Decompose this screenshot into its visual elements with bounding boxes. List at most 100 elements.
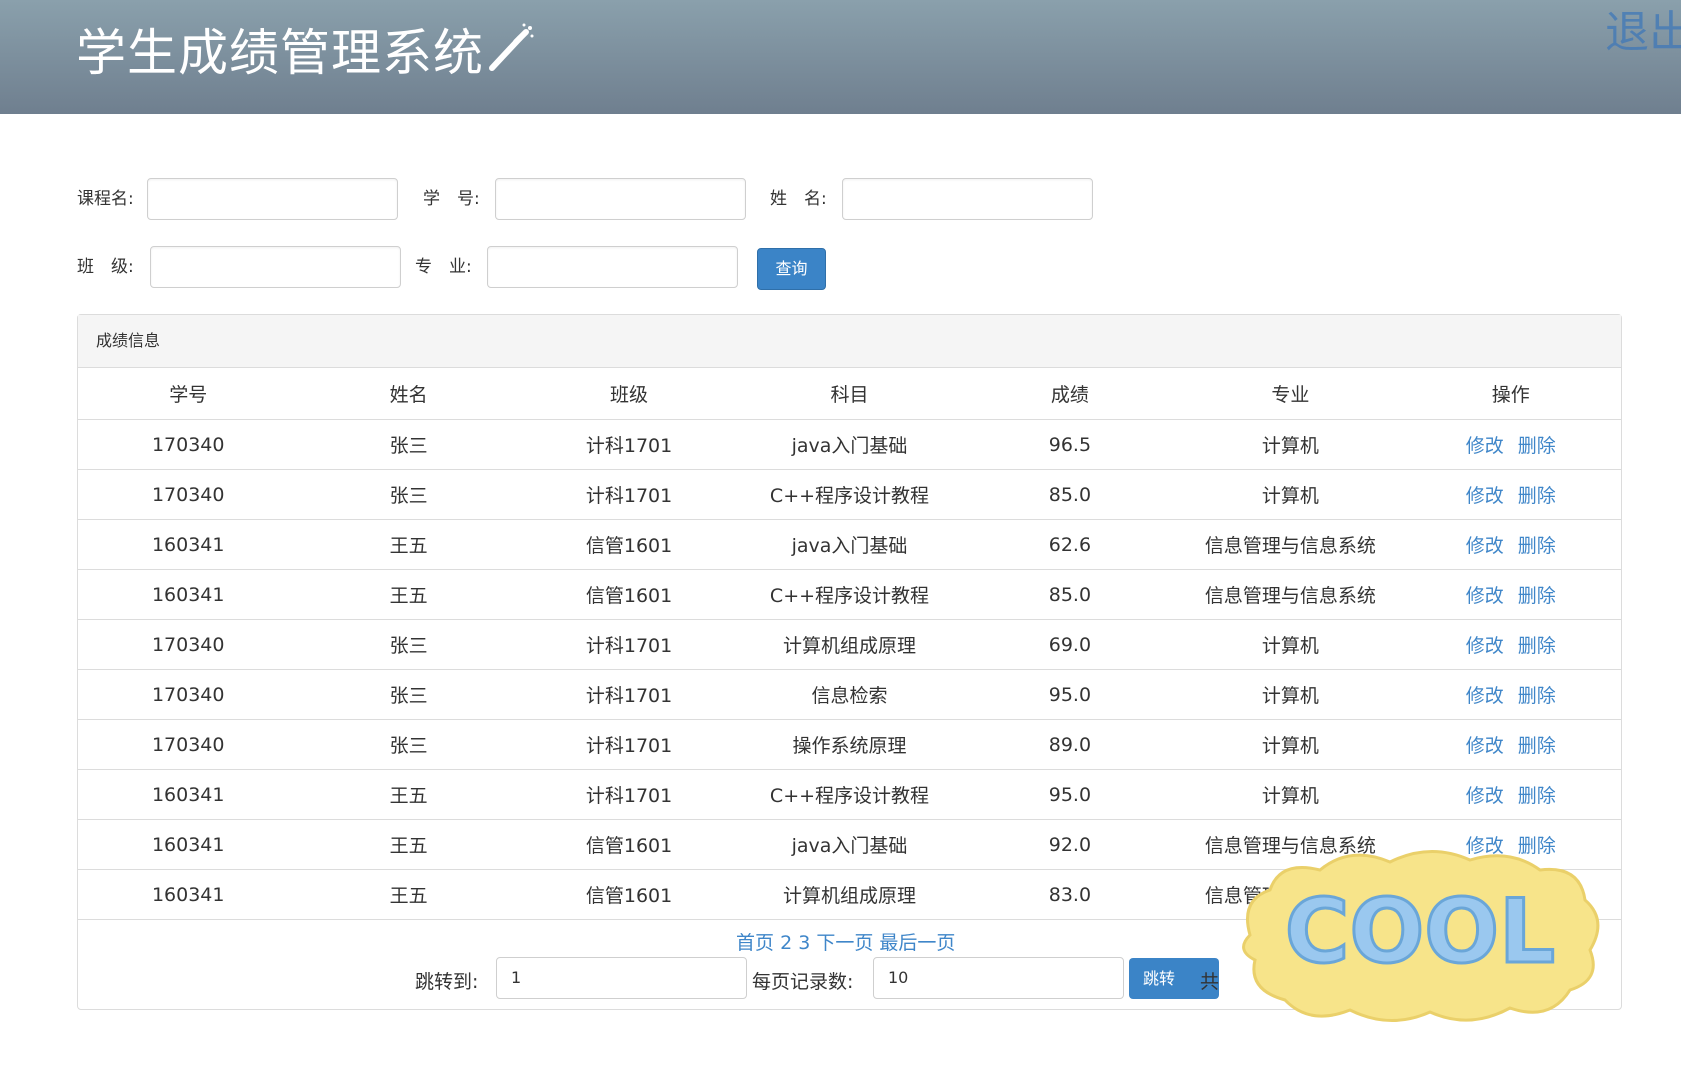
sticker-text: COOL: [1285, 880, 1555, 983]
page-size-input[interactable]: 10: [873, 957, 1124, 999]
student-name-input[interactable]: [842, 178, 1093, 220]
edit-link[interactable]: 修改: [1466, 735, 1504, 757]
subject-cell: 信息检索: [739, 669, 960, 720]
student-id-cell: 170340: [78, 469, 299, 520]
score-cell: 92.0: [959, 819, 1181, 870]
table-row: 160341 王五 信管1601 java入门基础 62.6 信息管理与信息系统 修改 删除: [78, 519, 1621, 570]
score-cell: 96.5: [959, 419, 1181, 470]
major-cell: 信息管理与信息系统: [1180, 569, 1401, 620]
cool-sticker: COOL: [1230, 840, 1610, 1030]
subject-cell: C++程序设计教程: [739, 469, 960, 520]
app-title: 学生成绩管理系统: [76, 18, 534, 92]
actions-cell: 修改删除: [1400, 669, 1621, 720]
table-row: 160341 王五 计科1701 C++程序设计教程 95.0 计算机 修改 删除: [78, 769, 1621, 820]
student-id-cell: 160341: [78, 819, 299, 870]
page-2-link[interactable]: 2: [780, 932, 792, 954]
student-id-cell: 170340: [78, 669, 299, 720]
class-label: 班 级:: [77, 257, 134, 277]
edit-link[interactable]: 修改: [1466, 485, 1504, 507]
major-input[interactable]: [487, 246, 738, 288]
score-cell: 83.0: [959, 869, 1181, 920]
class-cell: 信管1601: [518, 869, 740, 920]
class-cell: 信管1601: [518, 569, 740, 620]
logout-link[interactable]: 退出: [1605, 0, 1681, 60]
table-row: 170340 张三 计科1701 计算机组成原理 69.0 计算机 修改 删除: [78, 619, 1621, 670]
class-cell: 信管1601: [518, 519, 740, 570]
delete-link[interactable]: 删除: [1518, 485, 1556, 507]
score-cell: 89.0: [959, 719, 1181, 770]
score-cell: 85.0: [959, 469, 1181, 520]
major-cell: 计算机: [1180, 719, 1401, 770]
delete-link[interactable]: 删除: [1518, 585, 1556, 607]
name-cell: 张三: [298, 619, 519, 670]
major-cell: 计算机: [1180, 469, 1401, 520]
page-size-label: 每页记录数:: [752, 971, 854, 993]
first-page-link[interactable]: 首页: [736, 932, 774, 954]
name-cell: 张三: [298, 469, 519, 520]
edit-link[interactable]: 修改: [1466, 785, 1504, 807]
next-page-link[interactable]: 下一页: [816, 932, 873, 954]
class-cell: 计科1701: [518, 419, 740, 470]
name-cell: 王五: [298, 519, 519, 570]
score-cell: 85.0: [959, 569, 1181, 620]
grades-table: 学号 姓名 班级 科目 成绩 专业 操作 170340 张三 计科1701 java入…: [78, 368, 1621, 920]
delete-link[interactable]: 删除: [1518, 785, 1556, 807]
column-header-actions: 操作: [1400, 368, 1621, 420]
column-header-class: 班级: [518, 368, 740, 420]
name-cell: 张三: [298, 719, 519, 770]
column-header-subject: 科目: [739, 368, 960, 420]
magic-wand-icon: [486, 22, 534, 92]
table-header-row: 学号 姓名 班级 科目 成绩 专业 操作: [78, 368, 1621, 420]
column-header-name: 姓名: [298, 368, 519, 420]
pagination-links: 首页 2 3 下一页 最后一页: [736, 928, 955, 955]
table-row: 160341 王五 信管1601 C++程序设计教程 85.0 信息管理与信息系统 修改 删除: [78, 569, 1621, 620]
table-row: 170340 张三 计科1701 java入门基础 96.5 计算机 修改 删除: [78, 419, 1621, 470]
subject-cell: java入门基础: [739, 419, 960, 470]
student-id-cell: 160341: [78, 569, 299, 620]
major-cell: 计算机: [1180, 419, 1401, 470]
major-cell: 计算机: [1180, 619, 1401, 670]
student-id-label: 学 号:: [423, 189, 480, 209]
edit-link[interactable]: 修改: [1466, 685, 1504, 707]
actions-cell: 修改删除: [1400, 419, 1621, 470]
actions-cell: 修改删除: [1400, 569, 1621, 620]
student-id-cell: 170340: [78, 719, 299, 770]
major-label: 专 业:: [415, 257, 472, 277]
student-id-input[interactable]: [495, 178, 746, 220]
class-cell: 计科1701: [518, 669, 740, 720]
class-cell: 信管1601: [518, 819, 740, 870]
jump-to-input[interactable]: 1: [496, 957, 747, 999]
actions-cell: 修改删除: [1400, 769, 1621, 820]
score-cell: 95.0: [959, 769, 1181, 820]
query-button[interactable]: 查询: [757, 248, 826, 290]
class-input[interactable]: [150, 246, 401, 288]
score-cell: 69.0: [959, 619, 1181, 670]
edit-link[interactable]: 修改: [1466, 635, 1504, 657]
page-3-link[interactable]: 3: [798, 932, 810, 954]
actions-cell: 修改删除: [1400, 469, 1621, 520]
major-cell: 信息管理与信息系统: [1180, 519, 1401, 570]
edit-link[interactable]: 修改: [1466, 585, 1504, 607]
last-page-link[interactable]: 最后一页: [879, 932, 955, 954]
name-cell: 张三: [298, 419, 519, 470]
app-header: 学生成绩管理系统 退出: [0, 0, 1681, 114]
edit-link[interactable]: 修改: [1466, 435, 1504, 457]
delete-link[interactable]: 删除: [1518, 535, 1556, 557]
subject-cell: C++程序设计教程: [739, 769, 960, 820]
actions-cell: 修改删除: [1400, 519, 1621, 570]
edit-link[interactable]: 修改: [1466, 535, 1504, 557]
delete-link[interactable]: 删除: [1518, 735, 1556, 757]
student-id-cell: 160341: [78, 869, 299, 920]
delete-link[interactable]: 删除: [1518, 435, 1556, 457]
delete-link[interactable]: 删除: [1518, 685, 1556, 707]
subject-cell: 操作系统原理: [739, 719, 960, 770]
subject-cell: 计算机组成原理: [739, 619, 960, 670]
panel-heading: 成绩信息: [78, 315, 1621, 368]
course-name-input[interactable]: [147, 178, 398, 220]
student-id-cell: 160341: [78, 519, 299, 570]
major-cell: 计算机: [1180, 769, 1401, 820]
delete-link[interactable]: 删除: [1518, 635, 1556, 657]
subject-cell: 计算机组成原理: [739, 869, 960, 920]
subject-cell: C++程序设计教程: [739, 569, 960, 620]
total-count-text: 共: [1200, 971, 1220, 993]
